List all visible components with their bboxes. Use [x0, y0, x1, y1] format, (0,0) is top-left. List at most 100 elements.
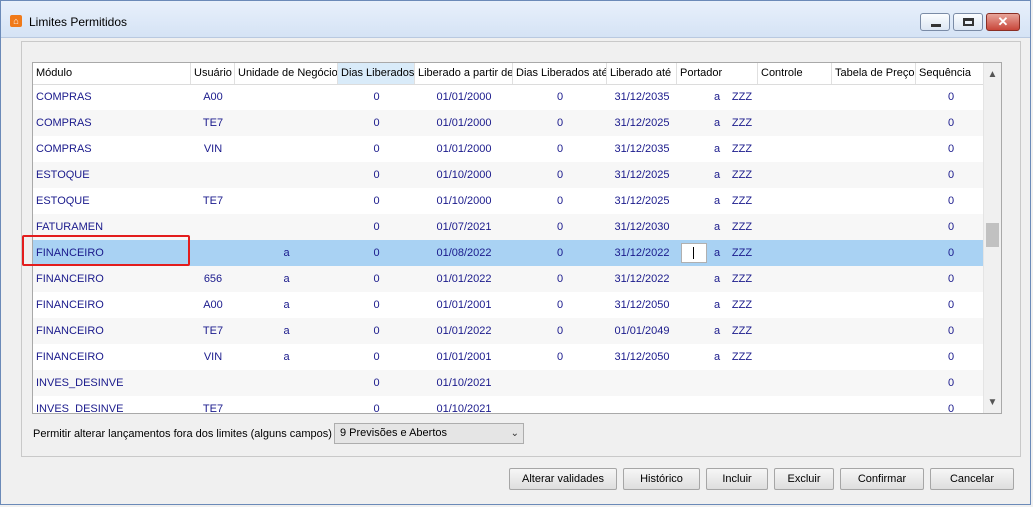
cell-unidade[interactable]: a [235, 318, 338, 344]
alterar-validades-button[interactable]: Alterar validades [509, 468, 617, 490]
cell-ate[interactable]: 31/12/2025 [607, 188, 677, 214]
cell-unidade[interactable] [235, 110, 338, 136]
cell-unidade[interactable] [235, 370, 338, 396]
cell-ate[interactable]: 01/01/2049 [607, 318, 677, 344]
cell-dias-ate[interactable]: 0 [513, 292, 607, 318]
cell-dias[interactable]: 0 [338, 188, 415, 214]
cell-controle[interactable]: ZZZ [727, 136, 757, 162]
col-usuario[interactable]: Usuário [191, 63, 235, 84]
historico-button[interactable]: Histórico [623, 468, 700, 490]
cell-seq[interactable]: 0 [916, 162, 986, 188]
cell-modulo[interactable]: INVES_DESINVE [33, 396, 191, 413]
cell-dias-ate[interactable] [513, 370, 607, 396]
cell-portador[interactable] [707, 396, 727, 413]
cell-controle[interactable]: ZZZ [727, 318, 757, 344]
cell-usuario[interactable]: TE7 [191, 110, 235, 136]
excluir-button[interactable]: Excluir [774, 468, 834, 490]
cell-controle[interactable]: ZZZ [727, 344, 757, 370]
cell-usuario[interactable] [191, 370, 235, 396]
cell-ate[interactable]: 31/12/2035 [607, 84, 677, 110]
col-tabela-preco[interactable]: Tabela de Preço [832, 63, 916, 84]
cell-portador[interactable]: a [707, 240, 727, 266]
cell-dias[interactable]: 0 [338, 318, 415, 344]
cell-ate[interactable]: 31/12/2030 [607, 214, 677, 240]
cell-partir[interactable]: 01/10/2021 [415, 396, 513, 413]
cell-ate[interactable]: 31/12/2022 [607, 240, 677, 266]
table-row[interactable]: COMPRAS A00 0 01/01/2000 0 31/12/2035 a ZZZ 0 [33, 84, 984, 110]
cell-dias[interactable]: 0 [338, 396, 415, 413]
cell-unidade[interactable]: a [235, 292, 338, 318]
cell-ate[interactable]: 31/12/2025 [607, 162, 677, 188]
cell-seq[interactable]: 0 [916, 136, 986, 162]
cell-unidade[interactable]: a [235, 240, 338, 266]
cell-dias-ate[interactable]: 0 [513, 136, 607, 162]
cell-dias[interactable]: 0 [338, 84, 415, 110]
cell-portador[interactable] [707, 370, 727, 396]
cell-partir[interactable]: 01/01/2000 [415, 136, 513, 162]
vertical-scrollbar[interactable]: ▲ ▼ [983, 63, 1001, 413]
cell-dias[interactable]: 0 [338, 344, 415, 370]
cancelar-button[interactable]: Cancelar [930, 468, 1014, 490]
cell-controle[interactable]: ZZZ [727, 188, 757, 214]
cell-usuario[interactable] [191, 162, 235, 188]
col-dias-liberados[interactable]: Dias Liberados [338, 63, 415, 84]
cell-seq[interactable]: 0 [916, 370, 986, 396]
table-row[interactable]: FINANCEIRO TE7 a 0 01/01/2022 0 01/01/2049 a ZZZ… [33, 318, 984, 344]
cell-portador[interactable]: a [707, 344, 727, 370]
table-row[interactable]: COMPRAS TE7 0 01/01/2000 0 31/12/2025 a ZZZ 0 [33, 110, 984, 136]
cell-controle[interactable]: ZZZ [727, 266, 757, 292]
cell-seq[interactable]: 0 [916, 292, 986, 318]
confirmar-button[interactable]: Confirmar [840, 468, 924, 490]
col-dias-liberados-ate[interactable]: Dias Liberados até [513, 63, 607, 84]
cell-portador[interactable]: a [707, 188, 727, 214]
cell-modulo[interactable]: ESTOQUE [33, 188, 191, 214]
cell-dias-ate[interactable] [513, 396, 607, 413]
cell-partir[interactable]: 01/08/2022 [415, 240, 513, 266]
cell-dias-ate[interactable]: 0 [513, 110, 607, 136]
cell-dias-ate[interactable]: 0 [513, 162, 607, 188]
cell-modulo[interactable]: FINANCEIRO [33, 292, 191, 318]
cell-controle[interactable] [727, 370, 757, 396]
cell-controle[interactable]: ZZZ [727, 84, 757, 110]
cell-portador[interactable]: a [707, 136, 727, 162]
cell-modulo[interactable]: COMPRAS [33, 136, 191, 162]
cell-dias[interactable]: 0 [338, 240, 415, 266]
cell-ate[interactable]: 31/12/2035 [607, 136, 677, 162]
cell-dias-ate[interactable]: 0 [513, 84, 607, 110]
cell-dias[interactable]: 0 [338, 370, 415, 396]
cell-dias-ate[interactable]: 0 [513, 188, 607, 214]
cell-controle[interactable]: ZZZ [727, 292, 757, 318]
cell-partir[interactable]: 01/01/2022 [415, 266, 513, 292]
cell-controle[interactable]: ZZZ [727, 214, 757, 240]
table-row[interactable]: INVES_DESINVE TE7 0 01/10/2021 0 [33, 396, 986, 413]
table-row[interactable]: ESTOQUE 0 01/10/2000 0 31/12/2025 a ZZZ 0 [33, 162, 984, 188]
minimize-button[interactable] [920, 13, 950, 31]
cell-usuario[interactable]: TE7 [191, 188, 235, 214]
cell-controle[interactable]: ZZZ [727, 240, 757, 266]
col-liberado-partir[interactable]: Liberado a partir de [415, 63, 513, 84]
cell-portador[interactable]: a [707, 292, 727, 318]
cell-unidade[interactable] [235, 214, 338, 240]
col-unidade[interactable]: Unidade de Negócio [235, 63, 338, 84]
cell-seq[interactable]: 0 [916, 188, 986, 214]
table-row[interactable]: INVES_DESINVE 0 01/10/2021 0 [33, 370, 984, 396]
cell-partir[interactable]: 01/07/2021 [415, 214, 513, 240]
scroll-up-icon[interactable]: ▲ [984, 66, 1001, 83]
limits-option-select[interactable]: 9 Previsões e Abertos ⌄ [334, 423, 524, 444]
cell-modulo[interactable]: COMPRAS [33, 110, 191, 136]
cell-ate[interactable]: 31/12/2050 [607, 344, 677, 370]
cell-usuario[interactable] [191, 214, 235, 240]
cell-modulo[interactable]: INVES_DESINVE [33, 370, 191, 396]
cell-usuario[interactable]: 656 [191, 266, 235, 292]
cell-dias-ate[interactable]: 0 [513, 318, 607, 344]
cell-dias-ate[interactable]: 0 [513, 344, 607, 370]
cell-usuario[interactable]: TE7 [191, 396, 235, 413]
cell-usuario[interactable]: A00 [191, 292, 235, 318]
cell-dias[interactable]: 0 [338, 110, 415, 136]
cell-portador[interactable]: a [707, 214, 727, 240]
cell-unidade[interactable]: a [235, 266, 338, 292]
cell-seq[interactable]: 0 [916, 396, 986, 413]
table-row[interactable]: FINANCEIRO VIN a 0 01/01/2001 0 31/12/2050 a ZZZ… [33, 344, 984, 370]
cell-dias[interactable]: 0 [338, 266, 415, 292]
cell-dias[interactable]: 0 [338, 162, 415, 188]
